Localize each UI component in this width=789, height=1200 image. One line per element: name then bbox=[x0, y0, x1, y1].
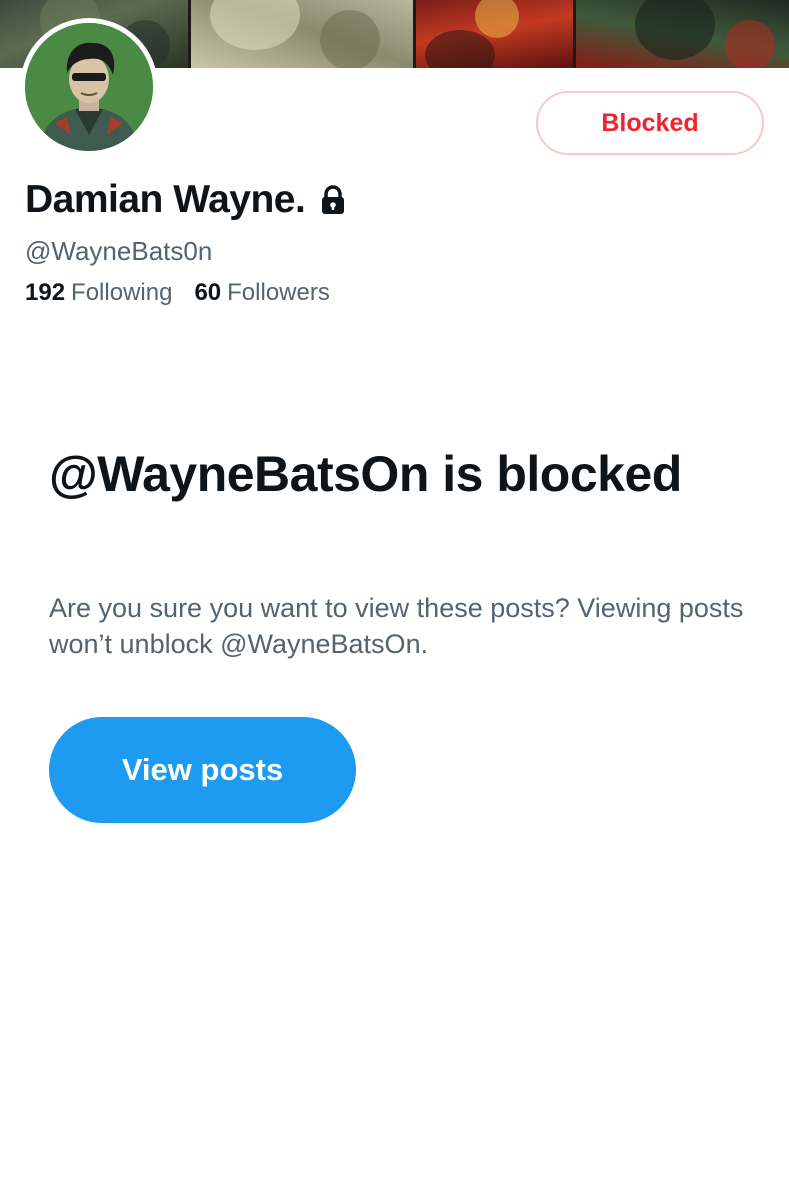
profile-name-row: Damian Wayne. bbox=[25, 178, 347, 222]
profile-handle: @WayneBats0n bbox=[25, 236, 213, 266]
avatar[interactable] bbox=[20, 18, 158, 156]
followers-link[interactable]: 60 Followers bbox=[194, 279, 329, 307]
following-count: 192 bbox=[25, 279, 66, 306]
following-link[interactable]: 192 Following bbox=[25, 279, 172, 307]
following-label: Following bbox=[71, 279, 173, 306]
lock-icon bbox=[319, 184, 347, 216]
view-posts-label: View posts bbox=[121, 752, 284, 787]
blocked-title: @WayneBatsOn is blocked bbox=[49, 446, 682, 502]
display-name: Damian Wayne. bbox=[25, 178, 306, 221]
followers-label: Followers bbox=[227, 279, 330, 306]
blocked-button-label: Blocked bbox=[601, 108, 699, 137]
followers-count: 60 bbox=[194, 279, 222, 306]
banner-panel bbox=[575, 0, 789, 68]
banner-panel bbox=[415, 0, 575, 68]
blocked-message: Are you sure you want to view these post… bbox=[49, 593, 744, 659]
blocked-button[interactable]: Blocked bbox=[536, 91, 764, 155]
avatar-image bbox=[25, 23, 153, 151]
profile-stats: 192 Following 60 Followers bbox=[25, 279, 352, 307]
banner-panel bbox=[190, 0, 415, 68]
view-posts-button[interactable]: View posts bbox=[49, 717, 356, 823]
